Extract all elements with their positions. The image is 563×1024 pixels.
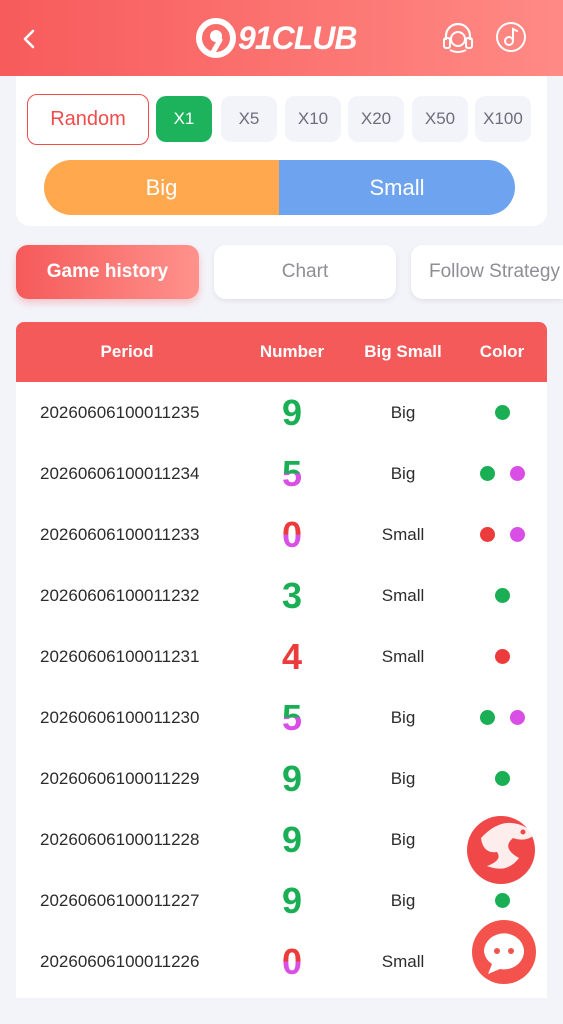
header-period: Period <box>100 342 154 361</box>
color-cell <box>472 687 532 748</box>
tab-follow-strategy[interactable]: Follow Strategy <box>411 245 563 299</box>
table-row: 20260606100011232 3 Small <box>16 565 547 626</box>
table-row: 20260606100011230 5 Big <box>16 687 547 748</box>
brand-mark-icon <box>196 18 236 58</box>
header-number: Number <box>259 342 325 361</box>
big-button[interactable]: Big <box>44 160 279 215</box>
big-small-cell: Big <box>390 708 416 727</box>
color-cell <box>472 748 532 809</box>
bet-panel: Random X1 X5 X10 X20 X50 X100 Big Small <box>16 76 547 226</box>
multiplier-x1-button[interactable]: X1 <box>156 96 212 142</box>
brand-name: 91CLUB <box>238 19 357 56</box>
period-cell: 20260606100011232 <box>40 586 200 605</box>
multiplier-x50-button[interactable]: X50 <box>412 96 468 142</box>
color-dot-green <box>494 405 510 420</box>
header-color: Color <box>479 342 525 361</box>
period-cell: 20260606100011228 <box>40 830 200 849</box>
period-cell: 20260606100011230 <box>40 708 200 727</box>
back-icon[interactable] <box>18 24 42 54</box>
color-dot-red <box>494 649 510 664</box>
big-small-cell: Big <box>390 830 416 849</box>
number-cell: 0 <box>262 504 322 565</box>
big-small-cell: Small <box>381 586 425 605</box>
header-big-small: Big Small <box>364 342 442 361</box>
table-body: 20260606100011235 9 Big 20260606100011234 5 B… <box>16 382 547 992</box>
number-cell: 3 <box>281 575 303 616</box>
table-row: 20260606100011229 9 Big <box>16 748 547 809</box>
color-dot-violet <box>509 527 525 542</box>
color-dot-red <box>479 527 495 542</box>
color-dot-green <box>494 588 510 603</box>
color-dot-green <box>494 771 510 786</box>
dragon-icon[interactable] <box>463 808 545 888</box>
music-icon[interactable] <box>494 20 528 54</box>
tab-chart[interactable]: Chart <box>214 245 396 299</box>
period-cell: 20260606100011231 <box>40 647 200 666</box>
chat-icon[interactable] <box>470 918 538 986</box>
number-cell: 9 <box>281 392 303 433</box>
period-cell: 20260606100011233 <box>40 525 200 544</box>
number-cell: 5 <box>262 687 322 748</box>
brand-logo: 91CLUB <box>196 18 357 58</box>
number-cell: 9 <box>281 758 303 799</box>
color-dot-violet <box>509 466 525 481</box>
period-cell: 20260606100011226 <box>40 952 200 971</box>
period-cell: 20260606100011234 <box>40 464 200 483</box>
top-bar: 91CLUB <box>0 0 563 76</box>
multiplier-x5-button[interactable]: X5 <box>221 96 277 142</box>
color-dot-green <box>479 466 495 481</box>
big-small-cell: Small <box>381 952 425 971</box>
big-small-cell: Big <box>390 891 416 910</box>
table-row: 20260606100011226 0 Small <box>16 931 547 992</box>
big-small-cell: Big <box>390 769 416 788</box>
number-cell: 5 <box>262 443 322 504</box>
number-cell: 9 <box>281 880 303 921</box>
number-cell: 9 <box>281 819 303 860</box>
headset-icon[interactable] <box>440 20 476 56</box>
color-cell <box>472 443 532 504</box>
table-row: 20260606100011233 0 Small <box>16 504 547 565</box>
table-row: 20260606100011234 5 Big <box>16 443 547 504</box>
random-button[interactable]: Random <box>27 94 149 145</box>
color-cell <box>472 626 532 687</box>
table-row: 20260606100011235 9 Big <box>16 382 547 443</box>
table-row: 20260606100011231 4 Small <box>16 626 547 687</box>
big-small-cell: Big <box>390 403 416 422</box>
big-small-cell: Small <box>381 647 425 666</box>
big-small-toggle: Big Small <box>44 160 515 215</box>
multiplier-x10-button[interactable]: X10 <box>285 96 341 142</box>
big-small-cell: Small <box>381 525 425 544</box>
number-cell: 4 <box>281 636 303 677</box>
color-cell <box>472 382 532 443</box>
table-header: Period Number Big Small Color <box>16 322 547 382</box>
period-cell: 20260606100011229 <box>40 769 200 788</box>
period-cell: 20260606100011227 <box>40 891 200 910</box>
multiplier-x100-button[interactable]: X100 <box>475 96 531 142</box>
period-cell: 20260606100011235 <box>40 403 200 422</box>
tab-game-history[interactable]: Game history <box>16 245 199 299</box>
multiplier-x20-button[interactable]: X20 <box>348 96 404 142</box>
color-cell <box>472 504 532 565</box>
number-cell: 0 <box>262 931 322 992</box>
color-dot-green <box>494 893 510 908</box>
small-button[interactable]: Small <box>279 160 515 215</box>
game-history-table: Period Number Big Small Color 2026060610… <box>16 322 547 998</box>
color-dot-violet <box>509 710 525 725</box>
color-cell <box>472 565 532 626</box>
color-dot-green <box>479 710 495 725</box>
big-small-cell: Big <box>390 464 416 483</box>
